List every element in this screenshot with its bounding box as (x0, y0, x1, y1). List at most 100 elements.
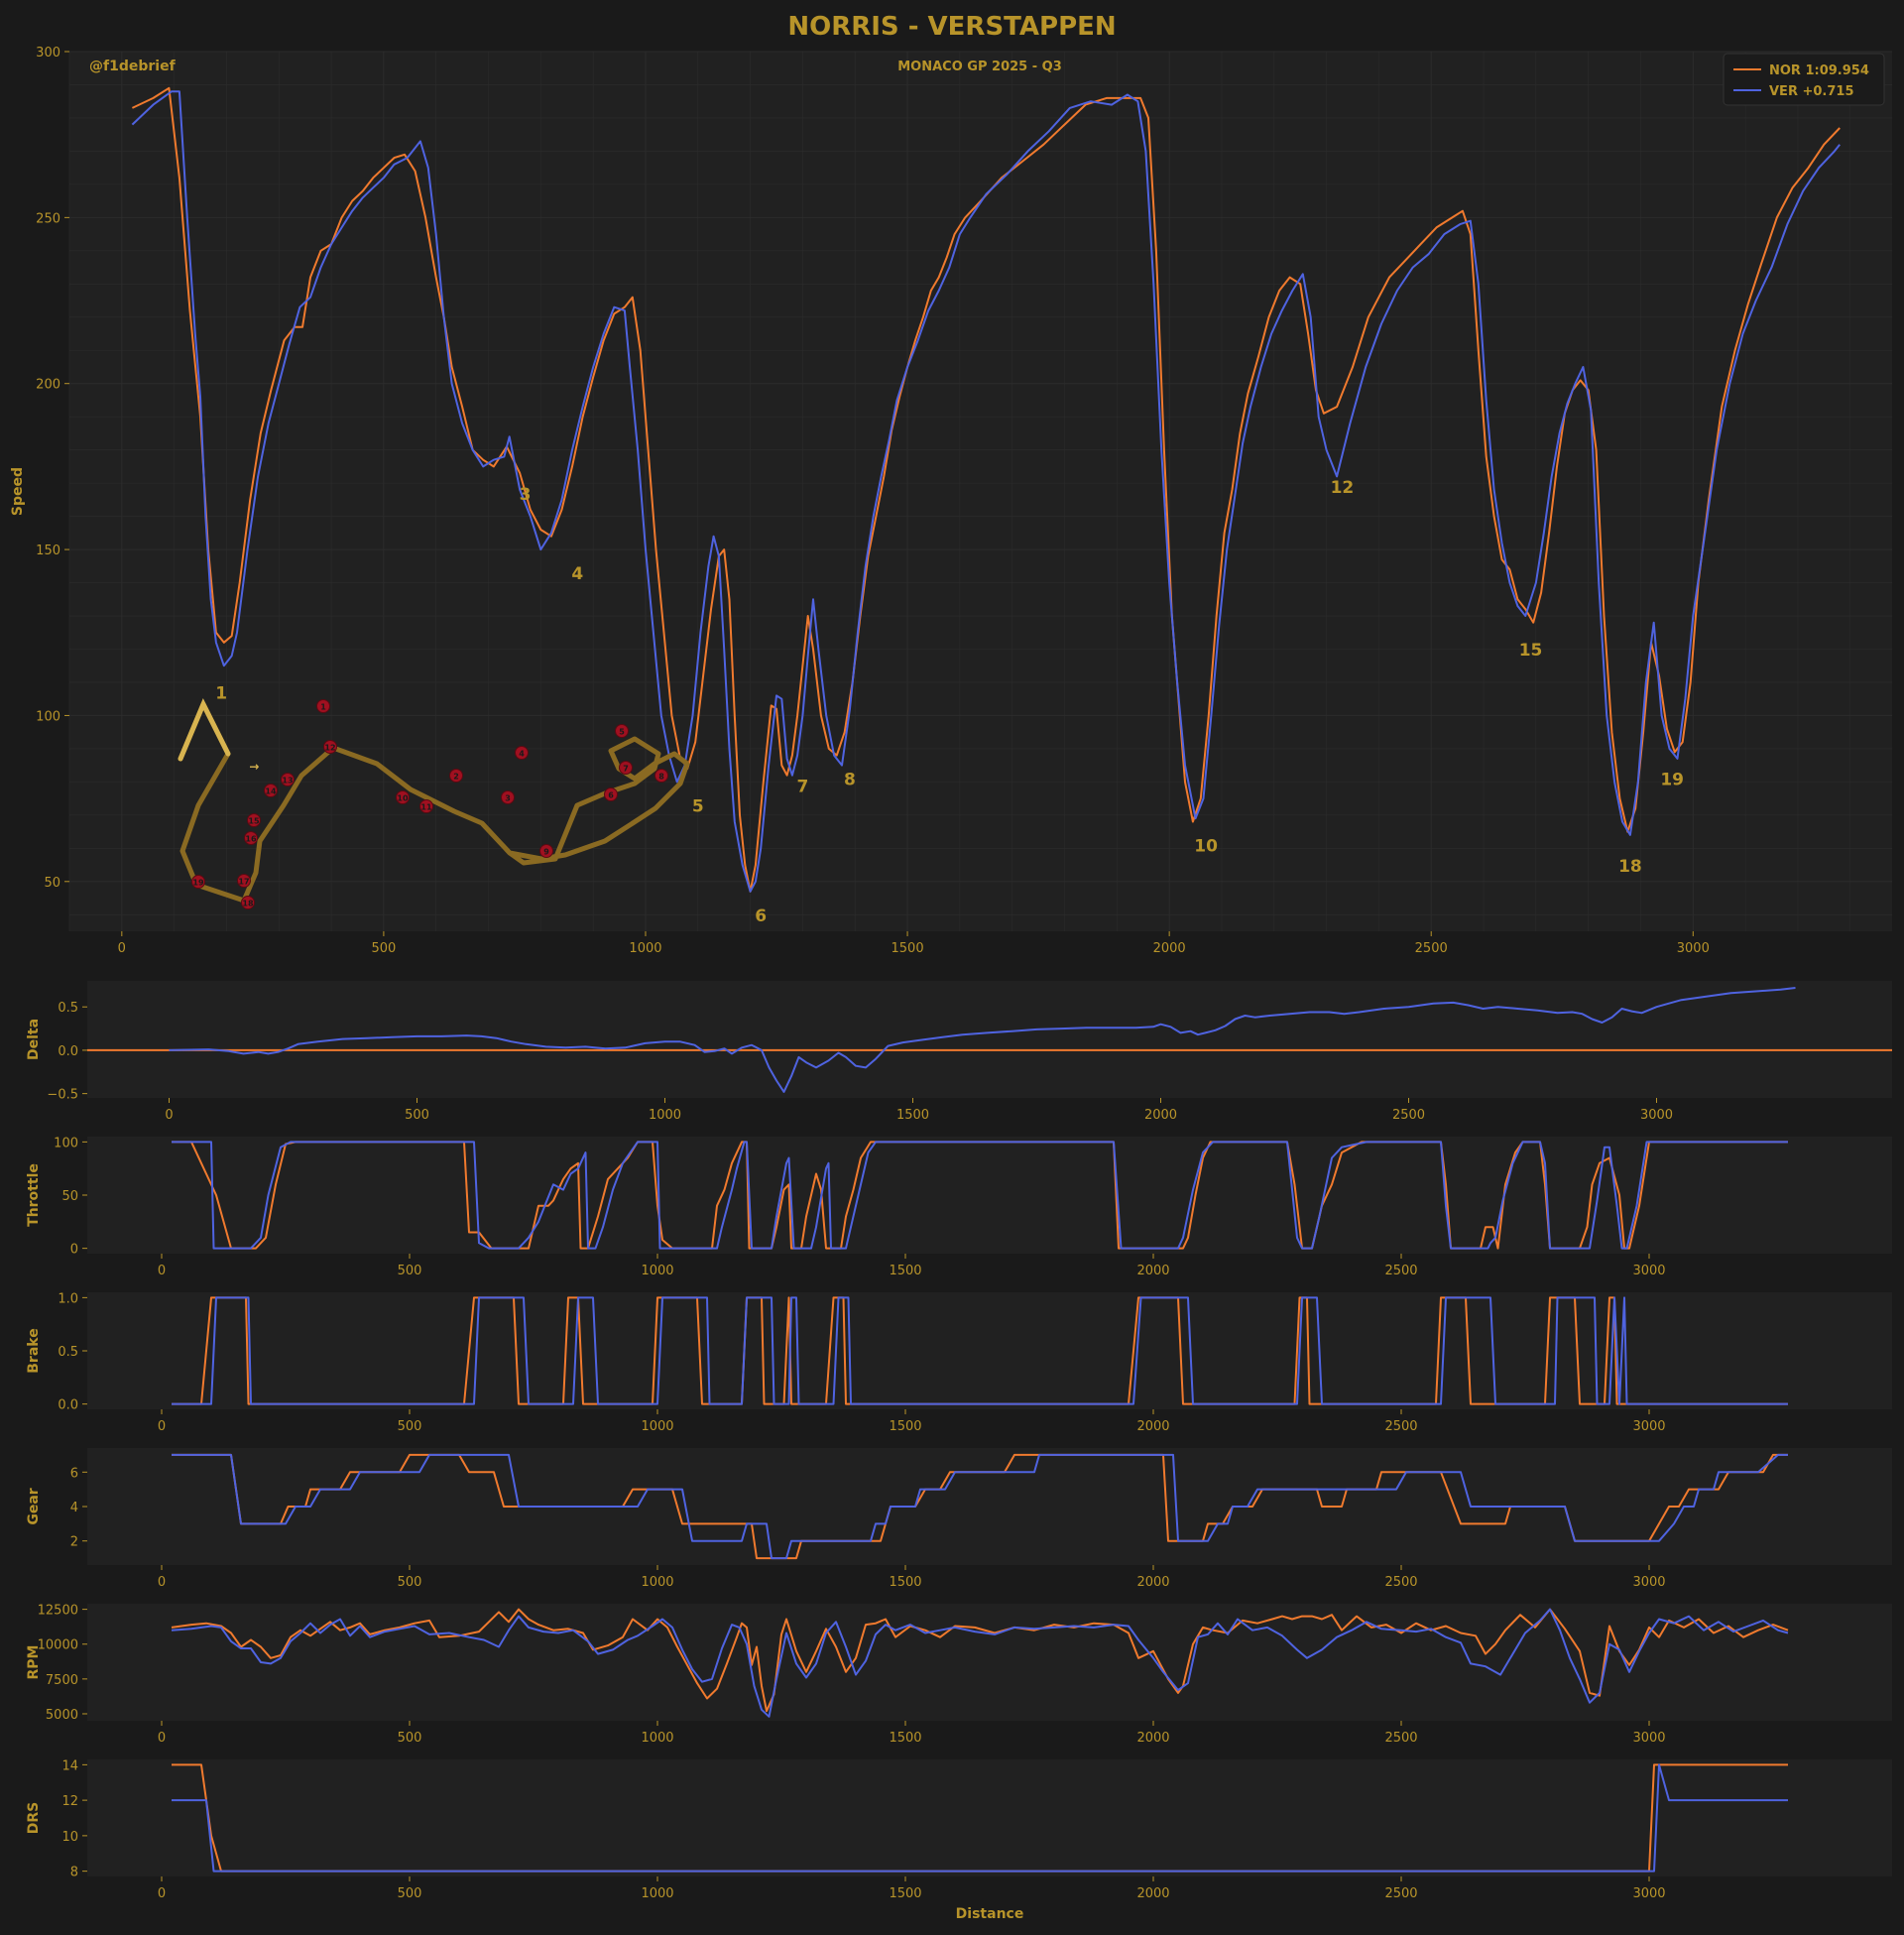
session-label: MONACO GP 2025 - Q3 (897, 60, 1062, 74)
track-corner-number: 9 (543, 848, 549, 857)
x-tick-label: 2000 (1136, 1575, 1169, 1590)
x-tick-label: 2500 (1392, 1108, 1425, 1123)
x-tick-label: 2000 (1136, 1419, 1169, 1434)
x-tick-label: 1000 (641, 1419, 673, 1434)
x-tick-label: 0 (158, 1264, 166, 1278)
panel-background (87, 1604, 1892, 1721)
track-corner-number: 10 (397, 794, 409, 803)
panel-background (87, 1448, 1892, 1565)
y-axis-label: Gear (26, 1488, 42, 1524)
x-tick-label: 0 (158, 1731, 166, 1746)
track-corner-number: 18 (242, 900, 254, 908)
watermark-label: @f1debrief (89, 59, 177, 74)
x-tick-label: 1500 (889, 1264, 921, 1278)
track-corner-number: 16 (245, 835, 257, 844)
corner-label: 19 (1660, 771, 1684, 790)
track-corner-number: 6 (608, 791, 614, 800)
track-corner-number: 4 (519, 750, 525, 759)
corner-label: 4 (571, 564, 583, 584)
track-corner-number: 5 (619, 728, 625, 737)
x-tick-label: 0 (118, 941, 126, 956)
x-tick-label: 0 (158, 1419, 166, 1434)
x-tick-label: 3000 (1632, 1731, 1665, 1746)
y-axis-label: DRS (26, 1802, 42, 1834)
y-tick-label: 1.0 (58, 1291, 78, 1306)
y-axis-label: Delta (26, 1019, 42, 1060)
y-tick-label: 12500 (38, 1604, 78, 1619)
x-tick-label: 2000 (1144, 1108, 1177, 1123)
panel-background (87, 1759, 1892, 1876)
x-tick-label: 3000 (1677, 941, 1710, 956)
x-tick-label: 2500 (1384, 1886, 1417, 1901)
corner-label: 5 (692, 797, 704, 817)
x-tick-label: 3000 (1640, 1108, 1673, 1123)
x-tick-label: 2000 (1136, 1264, 1169, 1278)
track-corner-number: 11 (420, 803, 432, 812)
y-tick-label: −0.5 (47, 1088, 78, 1103)
panel-speed: 0 500 1000 1500 2000 2500 3000 50 100 150 200 250 30… (10, 46, 1892, 956)
track-corner-number: 14 (265, 787, 277, 796)
x-tick-label: 0 (158, 1575, 166, 1590)
x-tick-label: 3000 (1632, 1419, 1665, 1434)
y-tick-label: 150 (36, 544, 60, 558)
corner-label: 15 (1519, 641, 1543, 661)
x-tick-label: 1000 (641, 1575, 673, 1590)
x-tick-label: 500 (398, 1886, 422, 1901)
corner-label: 10 (1194, 837, 1218, 857)
x-tick-label: 2500 (1384, 1731, 1417, 1746)
x-tick-label: 500 (398, 1264, 422, 1278)
x-tick-label: 1000 (641, 1731, 673, 1746)
y-tick-label: 50 (44, 876, 60, 891)
figure-title: NORRIS - VERSTAPPEN (787, 12, 1116, 42)
x-tick-label: 0 (165, 1108, 173, 1123)
corner-label: 8 (844, 771, 856, 790)
track-corner-number: 2 (453, 773, 459, 782)
x-tick-label: 1500 (892, 941, 924, 956)
track-corner-number: 12 (324, 744, 335, 753)
y-axis-label: Brake (26, 1328, 42, 1373)
y-tick-label: 4 (70, 1501, 78, 1515)
corner-label: 6 (755, 907, 767, 926)
x-tick-label: 2500 (1384, 1419, 1417, 1434)
x-tick-label: 3000 (1632, 1886, 1665, 1901)
y-tick-label: 0.5 (58, 1345, 78, 1360)
x-tick-label: 1500 (889, 1731, 921, 1746)
x-tick-label: 1000 (649, 1108, 681, 1123)
x-tick-label: 500 (405, 1108, 429, 1123)
corner-label: 18 (1618, 857, 1642, 877)
y-tick-label: 100 (54, 1136, 78, 1150)
track-corner-number: 7 (623, 765, 629, 774)
y-tick-label: 0.0 (58, 1044, 78, 1059)
y-tick-label: 6 (70, 1466, 78, 1481)
y-tick-label: 100 (36, 709, 60, 724)
x-tick-label: 1500 (889, 1886, 921, 1901)
legend-label-ver: VER +0.715 (1769, 84, 1854, 99)
y-tick-label: 250 (36, 211, 60, 226)
x-tick-label: 500 (398, 1419, 422, 1434)
track-corner-number: 13 (282, 777, 293, 786)
x-tick-label: 2500 (1384, 1264, 1417, 1278)
x-tick-label: 2500 (1415, 941, 1448, 956)
y-axis-label: RPM (26, 1645, 42, 1680)
x-axis-label: Distance (956, 1906, 1024, 1922)
y-tick-label: 0.5 (58, 1001, 78, 1016)
legend-label-nor: NOR 1:09.954 (1769, 63, 1869, 78)
x-tick-label: 500 (398, 1575, 422, 1590)
y-tick-label: 14 (61, 1758, 78, 1773)
x-tick-label: 0 (158, 1886, 166, 1901)
track-corner-number: 17 (238, 878, 249, 887)
track-corner-number: 1 (320, 703, 326, 712)
x-tick-label: 1000 (641, 1264, 673, 1278)
telemetry-figure: NORRIS - VERSTAPPEN 0 500 1000 1500 2000 2500… (0, 0, 1904, 1935)
y-tick-label: 8 (70, 1866, 78, 1880)
x-tick-label: 1000 (641, 1886, 673, 1901)
corner-label: 12 (1331, 478, 1355, 498)
x-tick-label: 1500 (889, 1575, 921, 1590)
y-tick-label: 300 (36, 46, 60, 60)
x-tick-label: 2000 (1136, 1731, 1169, 1746)
track-corner-number: 3 (505, 794, 511, 803)
telemetry-panels: 0 500 1000 1500 2000 2500 30005010015020025030… (10, 46, 1892, 1922)
x-tick-label: 2500 (1384, 1575, 1417, 1590)
x-tick-label: 500 (371, 941, 396, 956)
x-tick-label: 3000 (1632, 1575, 1665, 1590)
